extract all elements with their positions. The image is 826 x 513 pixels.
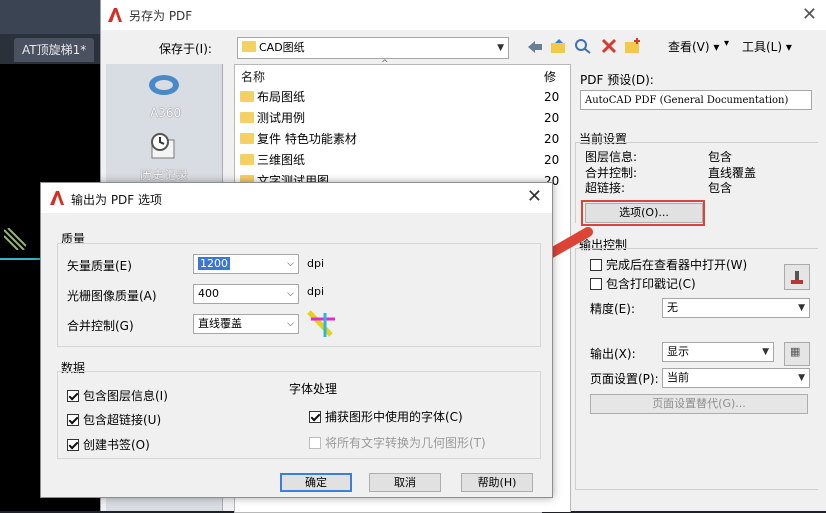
checkbox-box[interactable] [309, 437, 321, 449]
checkbox-box[interactable] [67, 439, 79, 451]
save-dialog-title: 另存为 PDF [129, 9, 193, 23]
history-label[interactable]: 历史记录 [140, 166, 188, 183]
list-item[interactable]: 三维图纸 [240, 150, 305, 170]
search-web-icon[interactable] [574, 38, 592, 54]
grid-icon: ▦ [790, 345, 801, 358]
font-handling-title: 字体处理 [289, 382, 338, 396]
list-item[interactable]: 布局图纸 [240, 87, 305, 107]
precision-dropdown[interactable]: 无 ▼ [662, 298, 810, 318]
save-dialog-titlebar: 另存为 PDF ✕ [101, 0, 826, 30]
a360-label[interactable]: A360 [150, 106, 181, 120]
view-menu[interactable]: 查看(V) ▾ [668, 38, 719, 55]
modified-cell: 20 [544, 90, 560, 104]
tools-menu[interactable]: 工具(L) ▾ [742, 38, 792, 55]
chevron-down-icon: ▼ [762, 347, 769, 357]
convert-text-checkbox[interactable]: 将所有文字转换为几何图形(T) [309, 434, 486, 451]
save-in-label: 保存于(I): [159, 42, 212, 56]
folder-icon [240, 154, 254, 165]
setting-key: 图层信息: [585, 150, 638, 164]
modified-cell: 20 [544, 153, 560, 167]
back-arrow-icon[interactable] [526, 39, 544, 55]
chevron-down-icon: ⌵ [287, 259, 294, 269]
raster-dpi-unit: dpi [307, 285, 325, 298]
folder-icon [240, 133, 254, 144]
include-plot-stamp-checkbox[interactable]: 包含打印戳记(C) [590, 275, 696, 292]
raster-quality-dropdown[interactable]: 400 ⌵ [193, 284, 299, 304]
create-bookmarks-checkbox[interactable]: 创建书签(O) [67, 436, 150, 453]
merge-preview-icon [307, 310, 335, 337]
include-hyperlinks-checkbox[interactable]: 包含超链接(U) [67, 411, 161, 428]
help-button[interactable]: 帮助(H) [461, 473, 533, 492]
new-folder-icon[interactable] [624, 38, 642, 54]
hatch-graphic [4, 228, 26, 250]
save-in-dropdown[interactable]: CAD图纸 ▼ [237, 37, 509, 59]
autocad-logo-icon [50, 191, 64, 205]
sort-caret-icon: ^ [381, 59, 389, 69]
chevron-down-icon: ▼ [798, 303, 805, 313]
chevron-down-icon: ⌵ [287, 319, 294, 329]
folder-icon [240, 112, 254, 123]
history-icon[interactable] [148, 132, 180, 160]
options-dialog-titlebar: 输出为 PDF 选项 ✕ [41, 183, 552, 213]
raster-quality-label: 光栅图像质量(A) [67, 289, 157, 303]
stamp-icon [791, 271, 803, 284]
modified-column-header[interactable]: 修 [544, 68, 556, 85]
vector-quality-dropdown[interactable]: 1200 ⌵ [193, 254, 299, 274]
open-in-viewer-checkbox[interactable]: 完成后在查看器中打开(W) [590, 256, 747, 273]
name-column-header[interactable]: 名称 [241, 68, 265, 85]
tools-menu-separator: ▾ [724, 38, 730, 49]
pdf-preset-label: PDF 预设(D): [580, 73, 654, 87]
delete-icon[interactable] [600, 38, 618, 54]
options-dialog-title: 输出为 PDF 选项 [71, 193, 163, 207]
include-layers-checkbox[interactable]: 包含图层信息(I) [67, 387, 168, 404]
merge-control-label: 合并控制(G) [67, 319, 134, 333]
pdf-preset-dropdown[interactable]: AutoCAD PDF (General Documentation) [580, 90, 812, 110]
setting-value: 包含 [708, 181, 733, 195]
drawing-tab[interactable]: AT顶旋梯1* [14, 38, 95, 62]
ok-button[interactable]: 确定 [280, 473, 352, 492]
checkbox-box[interactable] [67, 390, 79, 402]
autocad-logo-icon [108, 8, 122, 22]
chevron-down-icon: ⌵ [287, 289, 294, 299]
folder-icon [242, 41, 256, 52]
page-setup-override-button[interactable]: 页面设置替代(G)... [590, 394, 808, 414]
capture-fonts-checkbox[interactable]: 捕获图形中使用的字体(C) [309, 408, 463, 425]
save-in-value: CAD图纸 [259, 41, 305, 54]
setting-value: 包含 [708, 150, 733, 164]
modified-cell: 20 [544, 111, 560, 125]
page-setup-dropdown[interactable]: 当前 ▼ [662, 368, 810, 388]
output-settings-button[interactable]: ▦ [784, 342, 810, 366]
cancel-button[interactable]: 取消 [369, 473, 441, 492]
modified-cell: 20 [544, 132, 560, 146]
folder-icon [240, 91, 254, 102]
close-icon[interactable]: ✕ [527, 186, 542, 207]
vector-dpi-unit: dpi [307, 257, 325, 270]
merge-control-dropdown[interactable]: 直线覆盖 ⌵ [193, 314, 299, 334]
output-dropdown[interactable]: 显示 ▼ [662, 342, 774, 362]
plot-stamp-settings-button[interactable] [784, 264, 810, 290]
a360-icon[interactable] [146, 70, 182, 100]
chevron-down-icon: ▼ [497, 43, 504, 53]
up-folder-icon[interactable] [550, 38, 568, 54]
chevron-down-icon: ▼ [798, 373, 805, 383]
close-icon[interactable]: ✕ [802, 4, 817, 25]
page-setup-label: 页面设置(P): [590, 372, 659, 386]
pdf-options-dialog: 输出为 PDF 选项 ✕ 质量 矢量质量(E) 1200 ⌵ dpi 光栅图像质量… [40, 182, 553, 498]
checkbox-box[interactable] [67, 414, 79, 426]
setting-key: 超链接: [585, 181, 626, 195]
autocad-ribbon [0, 0, 100, 34]
list-item[interactable]: 复件 特色功能素材 [240, 129, 357, 149]
vector-quality-label: 矢量质量(E) [67, 259, 132, 273]
checkbox-box[interactable] [309, 411, 321, 423]
list-item[interactable]: 测试用例 [240, 108, 305, 128]
